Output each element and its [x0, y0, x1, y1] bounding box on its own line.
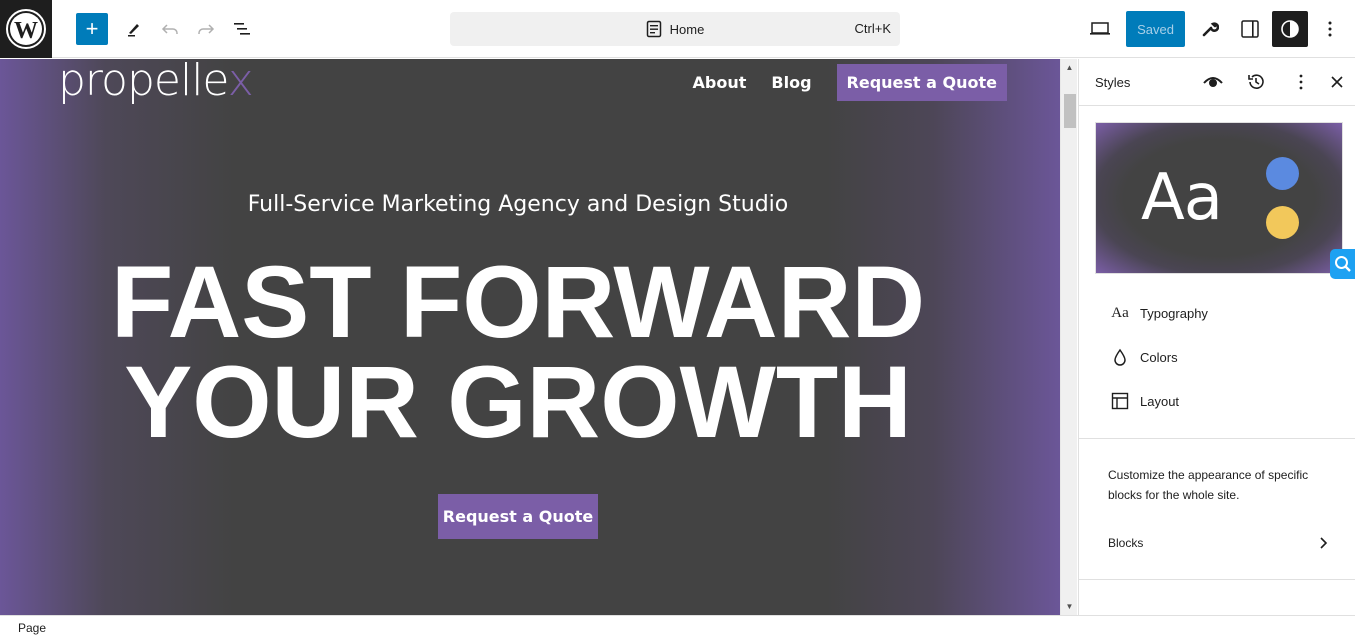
hero-headline: FAST FORWARD YOUR GROWTH	[0, 245, 1036, 459]
redo-button[interactable]	[190, 13, 222, 45]
close-sidebar-button[interactable]	[1325, 70, 1349, 94]
pencil-icon	[128, 24, 139, 37]
page-title: Home	[669, 21, 705, 37]
svg-text:W: W	[14, 18, 38, 44]
search-icon	[1334, 256, 1351, 272]
wordpress-icon: W	[6, 9, 46, 49]
scroll-up-arrow-icon[interactable]: ▲	[1061, 59, 1078, 76]
color-drop-icon	[1111, 348, 1129, 366]
redo-icon	[198, 24, 215, 34]
chevron-right-icon	[1320, 537, 1328, 549]
blocks-nav-button[interactable]: Blocks	[1108, 531, 1328, 555]
more-vertical-icon	[1328, 21, 1332, 37]
contrast-icon	[1281, 20, 1299, 38]
site-navigation: About Blog Request a Quote	[693, 64, 1007, 101]
preview-sample-text: Aa	[1141, 161, 1223, 235]
menu-item-layout[interactable]: Layout	[1079, 379, 1355, 423]
nav-link-blog[interactable]: Blog	[771, 73, 811, 92]
style-book-button[interactable]	[1201, 70, 1225, 94]
undo-icon	[161, 24, 178, 34]
scroll-down-arrow-icon[interactable]: ▼	[1061, 598, 1078, 615]
menu-item-colors[interactable]: Colors	[1079, 335, 1355, 379]
styles-button[interactable]	[1272, 11, 1308, 47]
preview-color-swatch-2	[1266, 206, 1299, 239]
sidebar-title: Styles	[1095, 75, 1131, 90]
styles-more-button[interactable]	[1289, 70, 1313, 94]
breadcrumb[interactable]: Page	[18, 621, 46, 635]
headline-line-2: YOUR GROWTH	[124, 345, 912, 459]
eye-icon	[1203, 77, 1223, 87]
list-view-icon	[234, 23, 250, 35]
close-icon	[1331, 76, 1343, 88]
styles-menu: Aa Typography Colors Layout	[1079, 291, 1355, 423]
sidebar-divider	[1079, 438, 1355, 439]
editor-footer: Page	[0, 615, 1355, 638]
floating-search-button[interactable]	[1330, 249, 1355, 279]
headline-line-1: FAST FORWARD	[110, 245, 926, 359]
sidebar-icon	[1241, 20, 1259, 38]
hero-request-quote-button[interactable]: Request a Quote	[438, 494, 598, 539]
style-preview[interactable]: Aa	[1095, 122, 1343, 274]
nav-link-about[interactable]: About	[693, 73, 747, 92]
site-logo[interactable]: propellex	[58, 59, 254, 106]
undo-button[interactable]	[154, 13, 186, 45]
preview-color-swatch-1	[1266, 157, 1299, 190]
command-palette-button[interactable]: Home Ctrl+K	[450, 12, 900, 46]
tools-button[interactable]	[118, 13, 150, 45]
blocks-description: Customize the appearance of specific blo…	[1108, 468, 1309, 502]
settings-sidebar-button[interactable]	[1234, 13, 1266, 45]
saved-button[interactable]: Saved	[1126, 11, 1185, 47]
layout-icon	[1111, 392, 1129, 410]
editor-canvas[interactable]: propellex About Blog Request a Quote Ful…	[0, 59, 1060, 615]
sidebar-divider	[1079, 579, 1355, 580]
history-icon	[1248, 74, 1264, 89]
styles-sidebar: Styles Aa Aa Typography Colors Layout Cu…	[1078, 59, 1355, 615]
wordpress-logo-button[interactable]: W	[0, 0, 52, 58]
nav-request-quote-button[interactable]: Request a Quote	[836, 64, 1007, 101]
keyboard-shortcut: Ctrl+K	[854, 21, 891, 36]
device-preview-button[interactable]	[1084, 13, 1116, 45]
hero-tagline: Full-Service Marketing Agency and Design…	[247, 192, 789, 217]
scrollbar-thumb[interactable]	[1064, 94, 1076, 128]
plus-icon: +	[85, 16, 99, 41]
options-button[interactable]	[1314, 13, 1346, 45]
sidebar-header: Styles	[1079, 59, 1355, 106]
tools-wrench-button[interactable]	[1194, 13, 1226, 45]
canvas-scrollbar[interactable]: ▲ ▼	[1060, 59, 1077, 615]
menu-item-typography[interactable]: Aa Typography	[1079, 291, 1355, 335]
more-vertical-icon	[1299, 74, 1303, 90]
desktop-icon	[1090, 22, 1110, 35]
typography-icon: Aa	[1111, 304, 1129, 321]
page-icon	[646, 20, 661, 38]
document-overview-button[interactable]	[226, 13, 258, 45]
editor-header: W + Home Ctrl+K Saved	[0, 0, 1355, 58]
wrench-icon	[1202, 22, 1219, 37]
revisions-button[interactable]	[1244, 70, 1268, 94]
add-block-button[interactable]: +	[76, 13, 108, 45]
